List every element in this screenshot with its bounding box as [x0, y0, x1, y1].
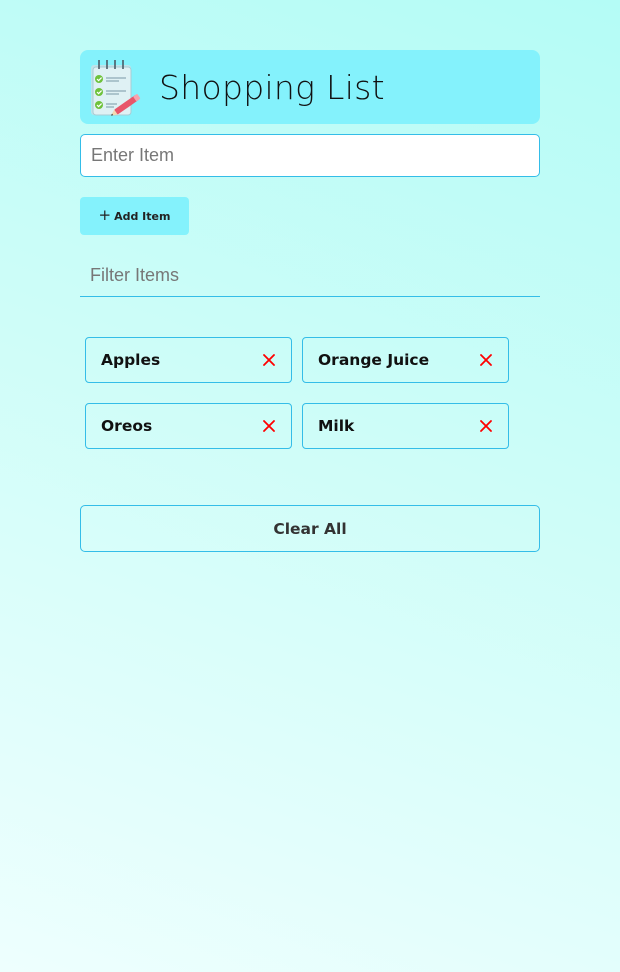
list-item: Milk	[302, 403, 509, 449]
remove-item-button[interactable]	[479, 419, 493, 433]
item-name: Milk	[318, 417, 355, 435]
close-icon	[480, 354, 492, 366]
page-title: Shopping List	[159, 67, 385, 107]
remove-item-button[interactable]	[262, 353, 276, 367]
app-container: Shopping List + Add Item Apples Orange J…	[80, 50, 540, 552]
plus-icon: +	[98, 206, 112, 224]
list-item: Oreos	[85, 403, 292, 449]
item-name: Oreos	[101, 417, 153, 435]
app-header: Shopping List	[80, 50, 540, 124]
item-name: Orange Juice	[318, 351, 430, 369]
clear-all-button[interactable]: Clear All	[80, 505, 540, 552]
remove-item-button[interactable]	[479, 353, 493, 367]
list-item: Orange Juice	[302, 337, 509, 383]
add-item-button[interactable]: + Add Item	[80, 197, 189, 235]
item-input[interactable]	[80, 134, 540, 177]
filter-input[interactable]	[80, 255, 540, 297]
close-icon	[263, 420, 275, 432]
add-item-button-label: Add Item	[114, 209, 171, 223]
close-icon	[263, 354, 275, 366]
add-item-form: + Add Item	[80, 124, 540, 235]
item-name: Apples	[101, 351, 161, 369]
remove-item-button[interactable]	[262, 419, 276, 433]
close-icon	[480, 420, 492, 432]
list-item: Apples	[85, 337, 292, 383]
checklist-notepad-icon	[91, 60, 141, 116]
item-list: Apples Orange Juice Oreos Milk	[85, 337, 540, 449]
